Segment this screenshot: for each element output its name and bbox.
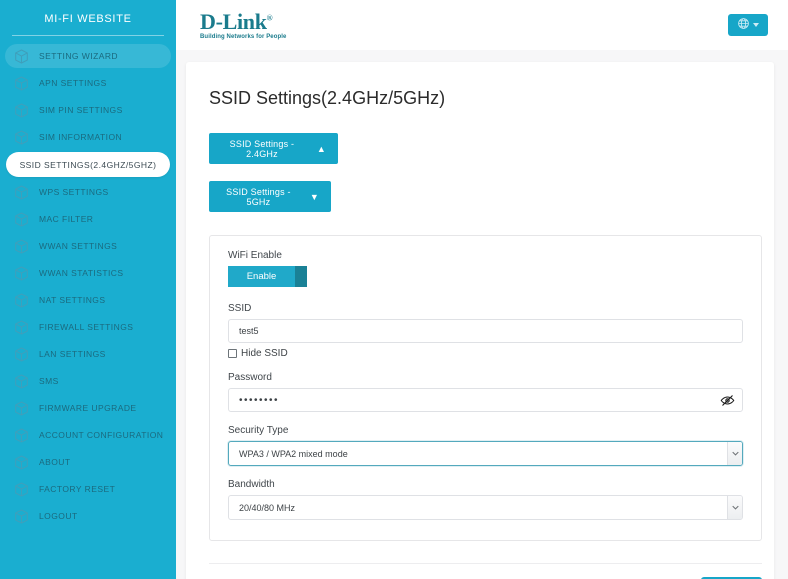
- cube-icon: [13, 184, 30, 201]
- password-field-wrap: [228, 388, 743, 412]
- caret-down-icon: [753, 23, 759, 27]
- top-bar: D-Link® Building Networks for People: [176, 0, 788, 50]
- content-card: SSID Settings(2.4GHz/5GHz) SSID Settings…: [186, 62, 774, 579]
- sidebar-item-factory-reset[interactable]: FACTORY RESET: [5, 477, 171, 501]
- ssid-label: SSID: [228, 303, 252, 314]
- sidebar-item-label: FIRMWARE UPGRADE: [39, 403, 137, 413]
- accordion-label-5ghz: SSID Settings - 5GHz: [226, 186, 291, 207]
- sidebar-item-firmware-upgrade[interactable]: FIRMWARE UPGRADE: [5, 396, 171, 420]
- dlink-logo: D-Link® Building Networks for People: [200, 8, 287, 40]
- accordion-header-24ghz-wrap: SSID Settings - 2.4GHz ▲: [209, 133, 774, 164]
- cube-icon: [13, 75, 30, 92]
- sidebar-item-wwan-settings[interactable]: WWAN SETTINGS: [5, 234, 171, 258]
- sidebar-divider: [12, 35, 164, 36]
- ssid-input[interactable]: [228, 319, 743, 343]
- cube-icon: [13, 211, 30, 228]
- sidebar-item-nat-settings[interactable]: NAT SETTINGS: [5, 288, 171, 312]
- cube-icon: [13, 129, 30, 146]
- app-window: MI-FI WEBSITE SETTING WIZARD APN SETTINGS…: [0, 0, 788, 579]
- sidebar-item-sms[interactable]: SMS: [5, 369, 171, 393]
- cube-icon: [13, 319, 30, 336]
- sidebar-item-label: LAN SETTINGS: [39, 349, 106, 359]
- security-type-wrap: WPA3 / WPA2 mixed mode: [228, 441, 743, 466]
- cube-icon: [13, 481, 30, 498]
- sidebar-item-logout[interactable]: LOGOUT: [5, 504, 171, 528]
- sidebar-item-label: ACCOUNT CONFIGURATION: [39, 430, 164, 440]
- sidebar-item-ssid-settings-2-4ghz-5ghz[interactable]: SSID SETTINGS(2.4GHZ/5GHZ): [6, 152, 170, 177]
- security-type-label: Security Type: [228, 425, 289, 436]
- cube-icon: [13, 102, 30, 119]
- sidebar-title: MI-FI WEBSITE: [44, 13, 132, 25]
- ssid-settings-form-panel: WiFi Enable Enable SSID Hide SSID Passwo…: [209, 235, 762, 541]
- logo-tagline: Building Networks for People: [200, 33, 287, 40]
- main-area: D-Link® Building Networks for People SSI…: [176, 0, 788, 579]
- cube-icon: [13, 48, 30, 65]
- wifi-enable-toggle-label: Enable: [228, 266, 295, 287]
- wifi-enable-label: WiFi Enable: [228, 250, 282, 261]
- sidebar-item-sim-information[interactable]: SIM INFORMATION: [5, 125, 171, 149]
- sidebar-item-label: FIREWALL SETTINGS: [39, 322, 134, 332]
- sidebar-item-label: WPS SETTINGS: [39, 187, 109, 197]
- sidebar-item-setting-wizard[interactable]: SETTING WIZARD: [5, 44, 171, 68]
- sidebar-item-label: LOGOUT: [39, 511, 78, 521]
- sidebar-item-label: SMS: [39, 376, 59, 386]
- chevron-down-icon: ▼: [309, 191, 319, 202]
- sidebar-item-label: SIM PIN SETTINGS: [39, 105, 123, 115]
- logo-wordmark: D-Link®: [200, 8, 286, 34]
- chevron-up-icon: ▲: [316, 143, 326, 154]
- sidebar-item-label: FACTORY RESET: [39, 484, 116, 494]
- accordion-label-24ghz: SSID Settings - 2.4GHz: [229, 138, 295, 159]
- wifi-enable-toggle[interactable]: Enable: [228, 266, 307, 287]
- sidebar-item-apn-settings[interactable]: APN SETTINGS: [5, 71, 171, 95]
- sidebar-item-wwan-statistics[interactable]: WWAN STATISTICS: [5, 261, 171, 285]
- globe-icon: [737, 17, 750, 33]
- accordion-header-5ghz-wrap: SSID Settings - 5GHz ▼: [209, 181, 774, 212]
- cube-icon: [13, 454, 30, 471]
- cube-icon: [13, 400, 30, 417]
- sidebar-item-firewall-settings[interactable]: FIREWALL SETTINGS: [5, 315, 171, 339]
- hide-ssid-row: Hide SSID: [228, 348, 743, 359]
- footer-actions: Update: [186, 564, 774, 579]
- logo-trademark-icon: ®: [266, 13, 273, 23]
- cube-icon: [13, 292, 30, 309]
- hide-ssid-label[interactable]: Hide SSID: [241, 348, 288, 359]
- sidebar-item-lan-settings[interactable]: LAN SETTINGS: [5, 342, 171, 366]
- sidebar-item-label: SETTING WIZARD: [39, 51, 119, 61]
- sidebar-item-mac-filter[interactable]: MAC FILTER: [5, 207, 171, 231]
- eye-slash-icon[interactable]: [719, 392, 736, 408]
- sidebar-item-label: NAT SETTINGS: [39, 295, 106, 305]
- cube-icon: [13, 238, 30, 255]
- sidebar-item-label: MAC FILTER: [39, 214, 94, 224]
- sidebar: MI-FI WEBSITE SETTING WIZARD APN SETTINGS…: [0, 0, 176, 579]
- accordion-header-5ghz[interactable]: SSID Settings - 5GHz ▼: [209, 181, 331, 212]
- accordion-header-24ghz[interactable]: SSID Settings - 2.4GHz ▲: [209, 133, 338, 164]
- sidebar-item-label: SSID SETTINGS(2.4GHZ/5GHZ): [19, 159, 157, 170]
- sidebar-item-wps-settings[interactable]: WPS SETTINGS: [5, 180, 171, 204]
- sidebar-nav: SETTING WIZARD APN SETTINGS SIM PIN SETTIN…: [0, 44, 176, 528]
- password-label: Password: [228, 372, 272, 383]
- logo-wordmark-text: D-Link: [200, 8, 267, 34]
- password-input[interactable]: [228, 388, 743, 412]
- hide-ssid-checkbox[interactable]: [228, 349, 237, 358]
- cube-icon: [13, 427, 30, 444]
- cube-icon: [13, 265, 30, 282]
- cube-icon: [13, 346, 30, 363]
- sidebar-item-label: WWAN SETTINGS: [39, 241, 118, 251]
- security-type-select[interactable]: WPA3 / WPA2 mixed mode: [228, 441, 743, 466]
- language-selector-button[interactable]: [728, 14, 768, 36]
- sidebar-item-sim-pin-settings[interactable]: SIM PIN SETTINGS: [5, 98, 171, 122]
- sidebar-item-label: APN SETTINGS: [39, 78, 107, 88]
- wifi-enable-toggle-knob: [295, 266, 307, 287]
- sidebar-item-label: ABOUT: [39, 457, 71, 467]
- sidebar-item-label: SIM INFORMATION: [39, 132, 123, 142]
- sidebar-item-account-configuration[interactable]: ACCOUNT CONFIGURATION: [5, 423, 171, 447]
- sidebar-item-about[interactable]: ABOUT: [5, 450, 171, 474]
- cube-icon: [13, 373, 30, 390]
- sidebar-item-label: WWAN STATISTICS: [39, 268, 124, 278]
- bandwidth-select[interactable]: 20/40/80 MHz: [228, 495, 743, 520]
- page-title: SSID Settings(2.4GHz/5GHz): [209, 88, 446, 108]
- bandwidth-wrap: 20/40/80 MHz: [228, 495, 743, 520]
- bandwidth-label: Bandwidth: [228, 479, 275, 490]
- cube-icon: [13, 508, 30, 525]
